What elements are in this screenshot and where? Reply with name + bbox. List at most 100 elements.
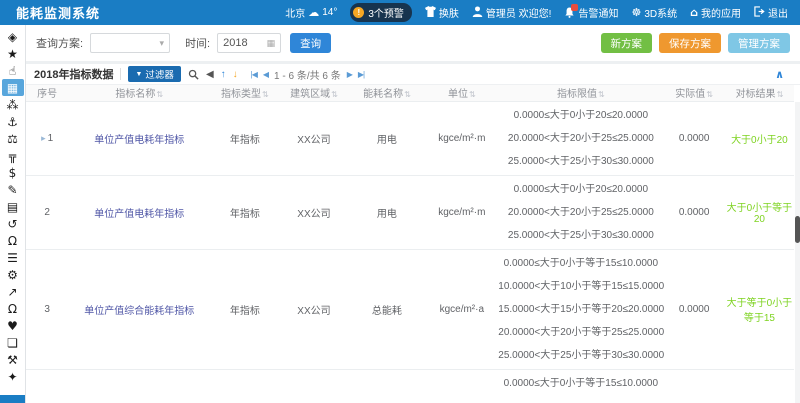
vertical-scrollbar[interactable] [795,102,800,403]
cell-area: XX公司 [279,101,348,175]
save-scheme-button[interactable]: 保存方案 [659,33,721,53]
alarm-notice-button[interactable]: 告警通知 [564,5,618,20]
table-body: ▸1 单位产值电耗年指标 年指标 XX公司 用电 kgce/m²·m 0.000… [26,101,794,397]
alarm-bell-icon[interactable]: Ω [2,300,24,317]
indicator-name-link[interactable]: 单位产值综合能耗年指标 [84,306,194,317]
new-scheme-button[interactable]: 新方案 [601,33,653,53]
column-header-3[interactable]: 建筑区域⇅ [279,85,348,101]
cell-name: 单位产值电耗年指标 [68,101,210,175]
limit-line: 20.0000<大于20小于25≤25.0000 [498,201,663,224]
table-head-row: 序号指标名称⇅指标类型⇅建筑区域⇅能耗名称⇅单位⇅指标限值⇅实际值⇅对标结果⇅ [26,85,794,101]
column-header-7[interactable]: 实际值⇅ [663,85,724,101]
file-icon[interactable]: ❏ [2,334,24,351]
column-header-2[interactable]: 指标类型⇅ [210,85,279,101]
skin-change-button[interactable]: 换肤 [425,5,459,20]
menu-list-icon[interactable]: ☰ [2,249,24,266]
cell-energy [349,369,426,397]
collapse-panel-icon[interactable]: ∧ [775,68,784,81]
document-icon[interactable]: ▤ [2,198,24,215]
user-icon [472,6,483,20]
history-icon[interactable]: ↺ [2,215,24,232]
search-icon[interactable] [188,69,199,80]
sort-icon: ⇅ [156,90,163,99]
cell-actual: 0.0000 [663,175,724,249]
scrollbar-thumb[interactable] [795,216,800,243]
user-menu[interactable]: 管理员 欢迎您! [472,5,552,20]
cell-name: 单位产值综合能耗年指标 [68,249,210,369]
cell-name: 单位产值电耗年指标 [68,175,210,249]
scheme-label: 查询方案: [36,35,83,51]
column-header-4[interactable]: 能耗名称⇅ [349,85,426,101]
limit-line: 25.0000<大于25小于等于30≤30.0000 [498,344,663,367]
move-down-icon[interactable]: ↓ [233,69,238,80]
limit-line: 25.0000<大于25小于30≤30.0000 [498,150,663,173]
anchor-icon[interactable]: ⚓ [2,113,24,130]
sidebar: ◈★☝▦⁂⚓⚖╦$✎▤↺Ω☰⚙↗Ω♥❏⚒✦ [0,25,26,403]
table-row[interactable]: ▸ 0.0000≤大于0小于等于15≤10.0000 [26,369,794,397]
indicator-name-link[interactable]: 单位产值电耗年指标 [94,135,184,146]
cell-type [210,369,279,397]
limit-line: 20.0000<大于20小于25≤25.0000 [498,127,663,150]
line-chart-icon[interactable]: ↗ [2,283,24,300]
indicator-name-link[interactable]: 单位产值电耗年指标 [94,209,184,220]
logout-button[interactable]: 退出 [754,5,788,20]
shield-icon[interactable]: ◈ [2,28,24,45]
wrench-icon[interactable]: ⚒ [2,351,24,368]
manage-scheme-button[interactable]: 管理方案 [728,33,790,53]
time-input[interactable]: 2018 ▦ [217,33,281,53]
limit-line: 0.0000≤大于0小于20≤20.0000 [498,178,663,201]
heart-pulse-icon[interactable]: ♥ [2,317,24,334]
column-header-8[interactable]: 对标结果⇅ [725,85,794,101]
prev-page-button[interactable]: ◀ [263,70,268,79]
scheme-select[interactable]: ▾ [90,33,170,53]
clear-filter-icon[interactable]: ◀ [206,69,214,80]
sitemap-icon[interactable]: ╦ [2,147,24,164]
sort-icon: ⇅ [706,90,713,99]
hand-pointer-icon[interactable]: ☝ [2,62,24,79]
share-nodes-icon[interactable]: ⁂ [2,96,24,113]
cell-type: 年指标 [210,175,279,249]
table-row[interactable]: ▸2 单位产值电耗年指标 年指标 XX公司 用电 kgce/m²·m 0.000… [26,175,794,249]
column-header-0[interactable]: 序号 [26,85,68,101]
cell-no: ▸3 [26,249,68,369]
calendar-icon: ▦ [267,38,276,49]
edit-icon[interactable]: ✎ [2,181,24,198]
balance-scale-icon[interactable]: ⚖ [2,130,24,147]
star-icon[interactable]: ★ [2,45,24,62]
column-header-6[interactable]: 指标限值⇅ [498,85,663,101]
table-panel: 2018年指标数据 ▼ 过滤器 ◀ ↑ ↓ |◀ ◀ 1 - 6 条/共 6 条… [26,64,800,403]
tag-icon[interactable]: ✦ [2,368,24,385]
3d-system-button[interactable]: ☸ 3D系统 [631,5,677,20]
cell-limits: 0.0000≤大于0小于等于15≤10.0000 [498,369,663,397]
cell-result [725,369,794,397]
column-header-5[interactable]: 单位⇅ [425,85,498,101]
limit-line: 0.0000≤大于0小于20≤20.0000 [498,104,663,127]
app-title: 能耗监测系统 [16,3,100,22]
cell-actual: 0.0000 [663,101,724,175]
last-page-button[interactable]: ▶| [358,70,364,79]
cell-unit [425,369,498,397]
chevron-down-icon: ▾ [160,38,165,49]
money-icon[interactable]: $ [2,164,24,181]
move-up-icon[interactable]: ↑ [221,69,226,80]
first-page-button[interactable]: |◀ [251,70,257,79]
filter-button[interactable]: ▼ 过滤器 [128,66,180,82]
column-header-1[interactable]: 指标名称⇅ [68,85,210,101]
cell-result: 大于0小于等于20 [725,175,794,249]
sidebar-bottom-strip [0,395,25,403]
pagination: |◀ ◀ 1 - 6 条/共 6 条 ▶ ▶| [251,67,364,82]
bell-outline-icon[interactable]: Ω [2,232,24,249]
table-row[interactable]: ▸3 单位产值综合能耗年指标 年指标 XX公司 总能耗 kgce/m²·a 0.… [26,249,794,369]
sort-icon: ⇅ [262,90,269,99]
query-button[interactable]: 查询 [290,33,331,53]
table-row[interactable]: ▸1 单位产值电耗年指标 年指标 XX公司 用电 kgce/m²·m 0.000… [26,101,794,175]
filter-button-label: 过滤器 [145,67,174,81]
cell-limits: 0.0000≤大于0小于20≤20.000020.0000<大于20小于25≤2… [498,101,663,175]
report-icon[interactable]: ▦ [2,79,24,96]
cell-unit: kgce/m²·a [425,249,498,369]
gear-icon[interactable]: ⚙ [2,266,24,283]
limit-line: 0.0000≤大于0小于等于15≤10.0000 [498,252,663,275]
next-page-button[interactable]: ▶ [347,70,352,79]
alarm-pill[interactable]: ! 3个预警 [350,3,412,22]
my-apps-button[interactable]: ⌂ 我的应用 [690,5,741,20]
